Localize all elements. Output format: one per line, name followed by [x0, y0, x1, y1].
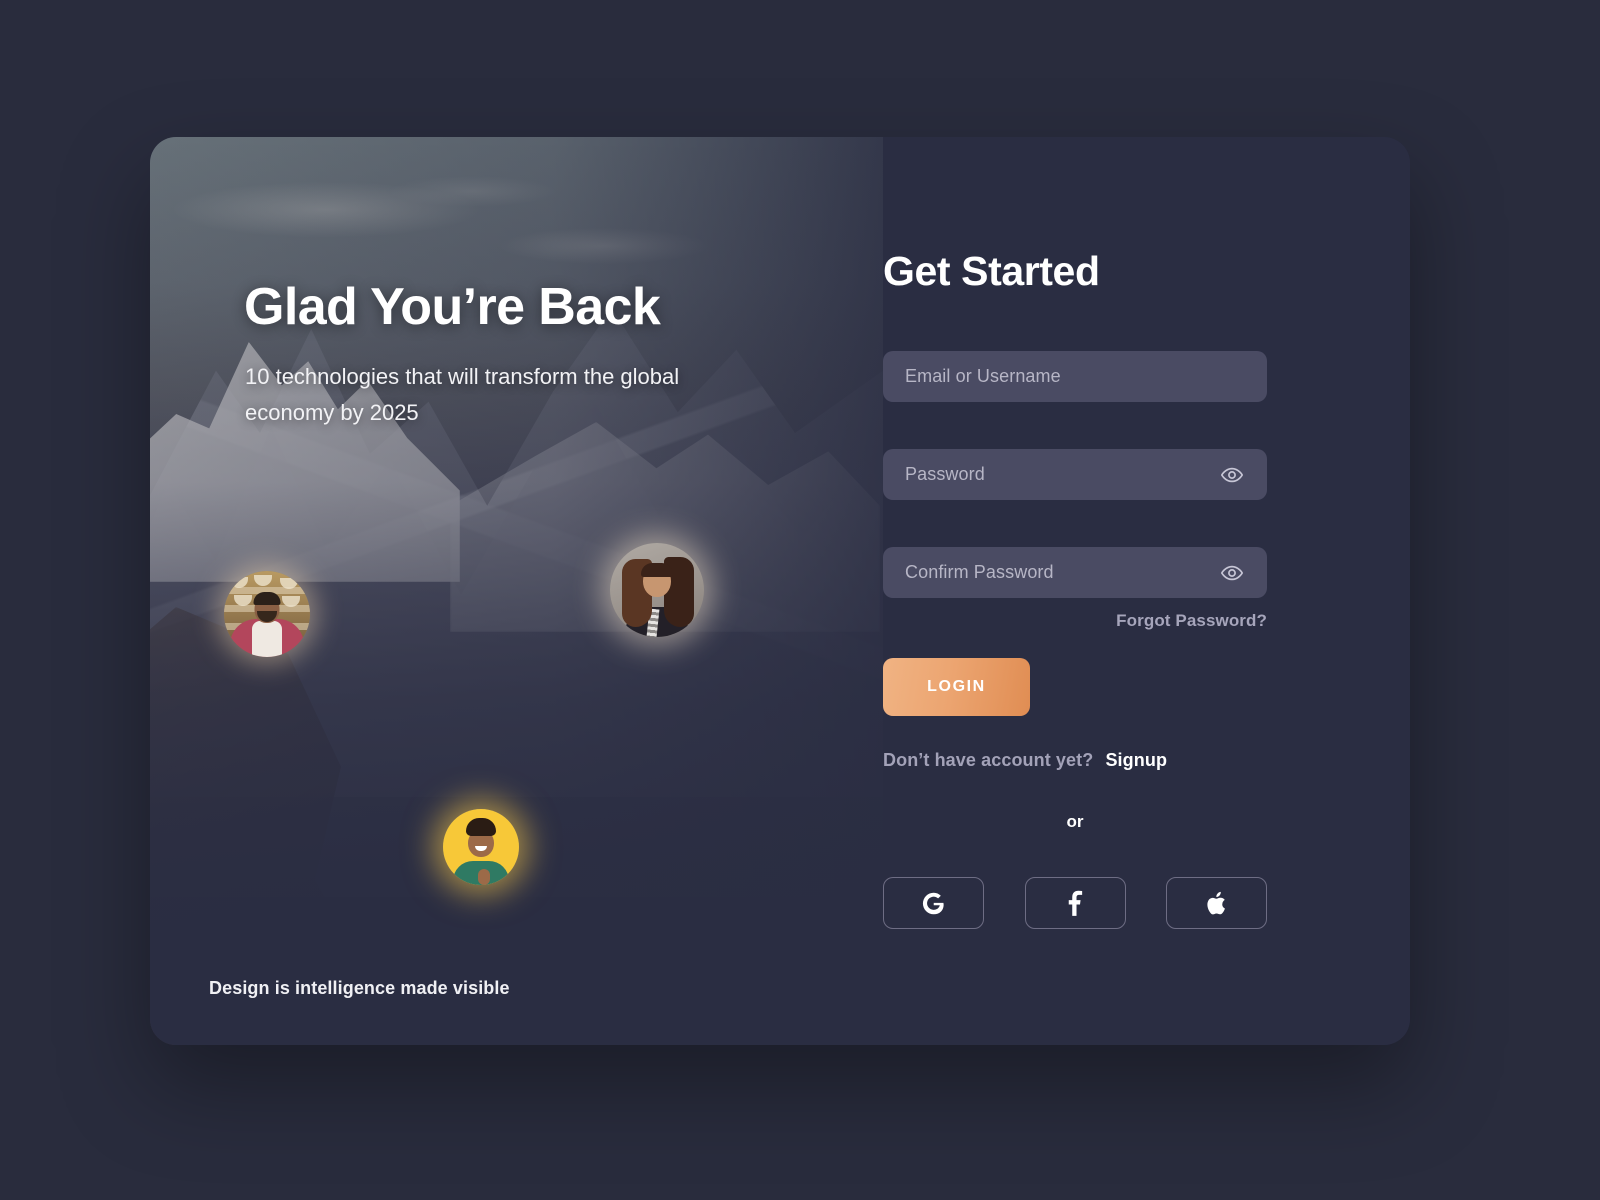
social-login-row [883, 877, 1267, 929]
signup-prompt-row: Don’t have account yet? Signup [883, 750, 1167, 771]
forgot-password-link[interactable]: Forgot Password? [883, 611, 1267, 631]
google-login-button[interactable] [883, 877, 984, 929]
password-placeholder: Password [905, 464, 985, 484]
login-button[interactable]: LOGIN [883, 658, 1030, 716]
hero-tagline: Design is intelligence made visible [209, 978, 510, 998]
google-icon [920, 890, 947, 917]
avatar-young-man [443, 809, 519, 885]
facebook-login-button[interactable] [1024, 877, 1126, 929]
password-visibility-eye-icon[interactable] [1219, 462, 1245, 488]
confirm-password-placeholder: Confirm Password [905, 562, 1054, 582]
signup-prompt-text: Don’t have account yet? [883, 750, 1094, 770]
apple-login-button[interactable] [1166, 877, 1267, 929]
form-panel: Get Started Email or Username Password C… [883, 137, 1410, 1045]
auth-card: Glad You’re Back 10 technologies that wi… [150, 137, 1410, 1045]
confirm-password-visibility-eye-icon[interactable] [1219, 560, 1245, 586]
hero-title: Glad You’re Back [244, 278, 661, 336]
avatar-shop-owner [224, 571, 310, 657]
divider-or-label: or [1066, 812, 1084, 831]
avatar-woman [610, 543, 704, 637]
hero-panel: Glad You’re Back 10 technologies that wi… [150, 137, 883, 1045]
password-field[interactable]: Password [883, 449, 1267, 500]
facebook-icon [1062, 890, 1089, 917]
apple-icon [1203, 890, 1230, 917]
email-field[interactable]: Email or Username [883, 351, 1267, 402]
signup-link[interactable]: Signup [1105, 750, 1167, 770]
email-placeholder: Email or Username [905, 366, 1061, 386]
hero-subtitle: 10 technologies that will transform the … [245, 364, 680, 425]
confirm-password-field[interactable]: Confirm Password [883, 547, 1267, 598]
